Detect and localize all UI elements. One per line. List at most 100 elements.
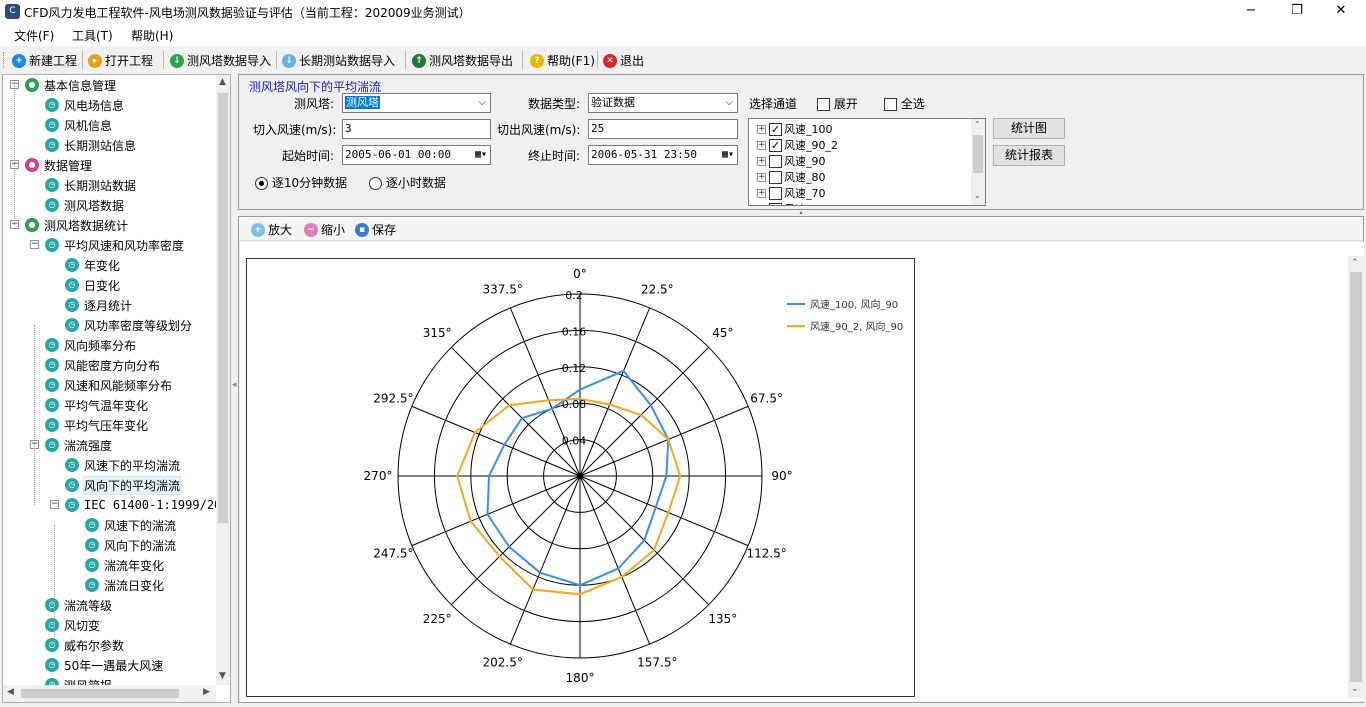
- scroll-up-arrow-icon[interactable]: ⌃: [1351, 258, 1359, 268]
- channel-item[interactable]: + 风速_: [757, 201, 812, 205]
- tree-toggle[interactable]: −: [30, 240, 39, 249]
- channel-scroll-thumb[interactable]: [973, 135, 983, 173]
- expand-checkbox[interactable]: 展开: [817, 95, 858, 112]
- channel-item[interactable]: + 风速_90: [757, 153, 826, 169]
- tree-item[interactable]: ◷ 逐月统计: [65, 295, 132, 315]
- scroll-down-arrow-icon[interactable]: ⌄: [1351, 684, 1359, 694]
- calendar-icon[interactable]: ▦▾: [475, 146, 487, 164]
- tree-item[interactable]: ◷ 长期测站数据: [45, 175, 136, 195]
- report-button[interactable]: 统计报表: [993, 145, 1065, 166]
- tree-item[interactable]: −◷ IEC 61400-1:1999/2005): [50, 495, 216, 515]
- scroll-left-arrow-icon[interactable]: ◀: [7, 687, 14, 697]
- tree-scroll-thumb[interactable]: [218, 93, 228, 523]
- channel-checkbox[interactable]: [769, 186, 782, 200]
- station-import-button[interactable]: ↓ 长期测站数据导入: [282, 52, 395, 69]
- tower-select[interactable]: 测风塔 ⌵: [342, 93, 491, 113]
- chart-button[interactable]: 统计图: [993, 118, 1065, 139]
- channel-expand-toggle[interactable]: +: [757, 188, 766, 198]
- tree-item[interactable]: ◷ 湍流年变化: [85, 555, 164, 575]
- tree-item[interactable]: ◷ 日变化: [65, 275, 120, 295]
- channel-checkbox[interactable]: [769, 170, 782, 184]
- exit-button[interactable]: ✕ 退出: [603, 52, 644, 69]
- tree-item[interactable]: ◷ 测风塔数据: [45, 195, 124, 215]
- close-button[interactable]: ✕: [1318, 0, 1364, 24]
- selectall-checkbox[interactable]: 全选: [884, 95, 925, 112]
- channel-item[interactable]: + ✓ 风速_90_2: [757, 137, 838, 153]
- tree-toggle[interactable]: −: [50, 500, 59, 509]
- tree-item[interactable]: ◷ 风机信息: [45, 115, 112, 135]
- channel-expand-toggle[interactable]: +: [757, 140, 766, 150]
- maximize-button[interactable]: ❐: [1274, 0, 1320, 24]
- chart-vertical-scrollbar[interactable]: ⌃ ⌄: [1348, 256, 1364, 698]
- channel-expand-toggle[interactable]: +: [757, 172, 766, 182]
- tower-import-button[interactable]: ↓ 测风塔数据导入: [170, 52, 271, 69]
- radio-hour[interactable]: 逐小时数据: [369, 174, 446, 191]
- tree-item[interactable]: − ● 数据管理: [10, 155, 92, 175]
- channel-expand-toggle[interactable]: +: [757, 124, 766, 134]
- channel-item[interactable]: + 风速_70: [757, 185, 826, 201]
- selectall-checkbox-box[interactable]: [884, 98, 897, 111]
- datatype-select[interactable]: 验证数据 ⌵: [588, 93, 738, 113]
- tree-item[interactable]: ◷ 风能密度方向分布: [45, 355, 160, 375]
- channel-scrollbar[interactable]: ⌃ ⌄: [971, 119, 985, 205]
- tree-item[interactable]: ◷ 风向频率分布: [45, 335, 136, 355]
- channel-checkbox[interactable]: [769, 202, 782, 205]
- start-time-picker[interactable]: 2005-06-01 00:00 ▦▾: [342, 145, 491, 165]
- tree-item[interactable]: − ◷ 湍流强度: [30, 435, 112, 455]
- tree-item[interactable]: ◷ 湍流日变化: [85, 575, 164, 595]
- tree-item[interactable]: ◷ 风功率密度等级划分: [65, 315, 192, 335]
- tree-item[interactable]: ◷ 风电场信息: [45, 95, 124, 115]
- tree-item[interactable]: ◷ 风速下的湍流: [85, 515, 176, 535]
- tower-export-button[interactable]: ↑ 测风塔数据导出: [412, 52, 513, 69]
- scroll-right-arrow-icon[interactable]: ▶: [203, 687, 210, 697]
- minimize-button[interactable]: −: [1228, 0, 1274, 24]
- tree-horizontal-scrollbar[interactable]: ◀ ▶: [3, 685, 216, 702]
- scroll-down-arrow-icon[interactable]: ⌄: [974, 191, 981, 200]
- menu-tools[interactable]: 工具(T): [72, 27, 113, 44]
- save-button[interactable]: ▪ 保存: [355, 221, 396, 238]
- tree-item[interactable]: − ◷ 平均风速和风功率密度: [30, 235, 184, 255]
- menu-help[interactable]: 帮助(H): [131, 27, 173, 44]
- tree-item[interactable]: ◷ 50年一遇最大风速: [45, 655, 163, 675]
- toolbar-grip[interactable]: [3, 52, 5, 68]
- channel-expand-toggle[interactable]: +: [757, 204, 766, 205]
- cutout-input[interactable]: 25: [588, 119, 738, 139]
- chart-scroll-thumb[interactable]: [1350, 272, 1362, 682]
- channel-checkbox[interactable]: ✓: [769, 122, 782, 136]
- new-project-button[interactable]: + 新建工程: [12, 52, 77, 69]
- tree-item[interactable]: ◷ 风向下的湍流: [85, 535, 176, 555]
- help-button[interactable]: ? 帮助(F1): [530, 52, 595, 69]
- channel-checkbox[interactable]: [769, 154, 782, 168]
- tree-item[interactable]: ◷ 平均气压年变化: [45, 415, 148, 435]
- zoom-in-button[interactable]: + 放大: [251, 221, 292, 238]
- tree-item[interactable]: ◷ 长期测站信息: [45, 135, 136, 155]
- tree-item[interactable]: ◷ 威布尔参数: [45, 635, 124, 655]
- tree-item[interactable]: ◷ 风速和风能频率分布: [45, 375, 172, 395]
- radio-10min-dot[interactable]: [255, 177, 268, 190]
- tree-item[interactable]: ◷ 测风简报: [45, 675, 112, 685]
- scroll-down-arrow-icon[interactable]: ▼: [219, 671, 226, 681]
- end-time-picker[interactable]: 2006-05-31 23:50 ▦▾: [588, 145, 738, 165]
- tree-hscroll-thumb[interactable]: [21, 689, 179, 698]
- tree-item[interactable]: ◷ 年变化: [65, 255, 120, 275]
- splitter-arrow-icon[interactable]: ◂: [232, 380, 237, 396]
- tree-item[interactable]: − ● 测风塔数据统计: [10, 215, 128, 235]
- channel-expand-toggle[interactable]: +: [757, 156, 766, 166]
- tree-item[interactable]: − ● 基本信息管理: [10, 75, 116, 95]
- menu-file[interactable]: 文件(F): [14, 27, 54, 44]
- scroll-up-arrow-icon[interactable]: ▲: [219, 77, 226, 87]
- panel-splitter[interactable]: ▴: [766, 209, 836, 216]
- radio-hour-dot[interactable]: [369, 177, 382, 190]
- tree-item[interactable]: ◷ 风向下的平均湍流: [65, 475, 182, 495]
- zoom-out-button[interactable]: − 缩小: [304, 221, 345, 238]
- channel-item[interactable]: + ✓ 风速_100: [757, 121, 833, 137]
- expand-checkbox-box[interactable]: [817, 98, 830, 111]
- tree-item[interactable]: ◷ 平均气温年变化: [45, 395, 148, 415]
- scroll-up-arrow-icon[interactable]: ⌃: [974, 120, 981, 129]
- channel-checkbox[interactable]: ✓: [769, 138, 782, 152]
- tree-vertical-scrollbar[interactable]: ▲ ▼: [216, 75, 230, 685]
- tree-item[interactable]: ◷ 湍流等级: [45, 595, 112, 615]
- radio-10min[interactable]: 逐10分钟数据: [255, 174, 347, 191]
- tree-item[interactable]: ◷ 风速下的平均湍流: [65, 455, 180, 475]
- open-project-button[interactable]: ▸ 打开工程: [88, 52, 153, 69]
